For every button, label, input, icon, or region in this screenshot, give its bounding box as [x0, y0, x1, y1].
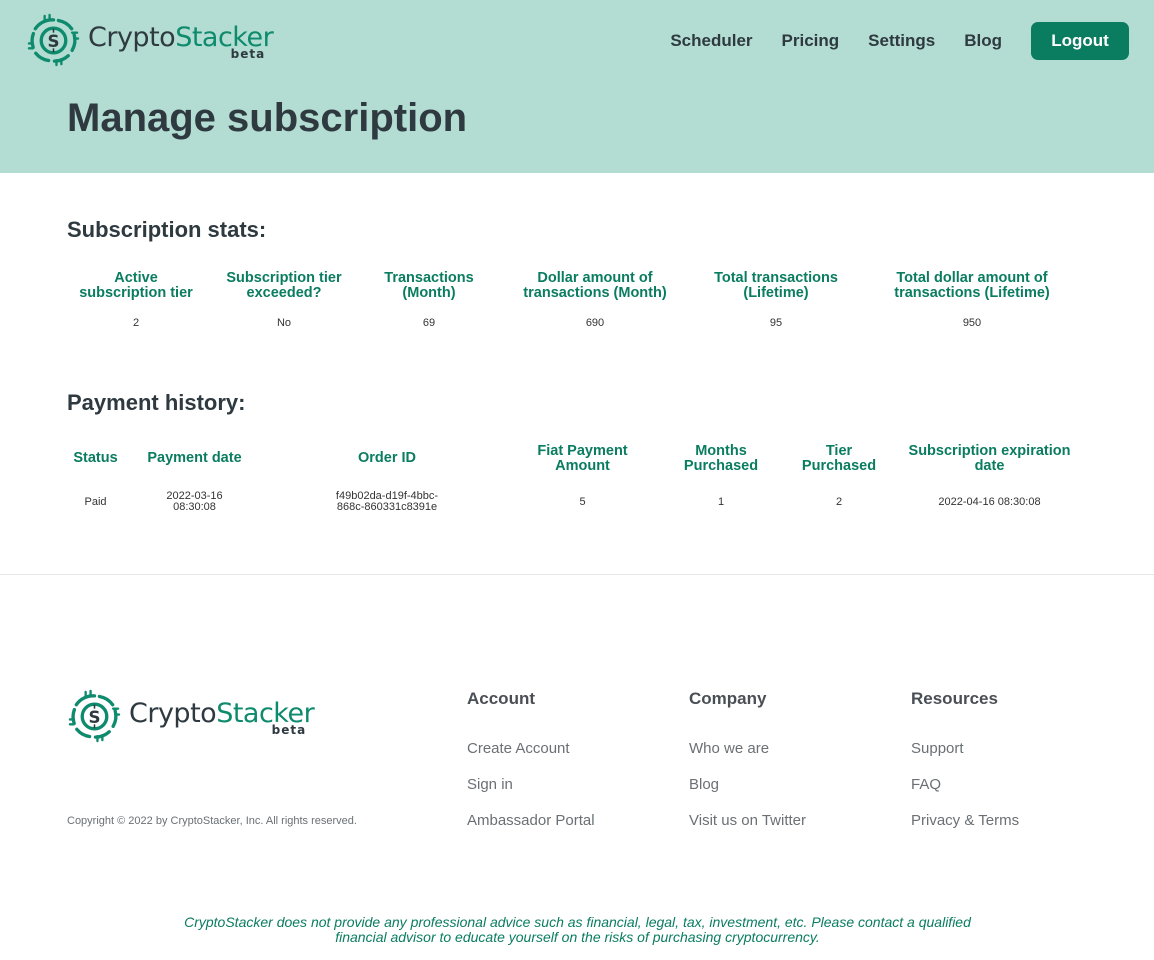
- payment-expiration: 2022-04-16 08:30:08: [938, 495, 1041, 508]
- svg-text:S: S: [47, 32, 59, 51]
- payment-months: 1: [717, 495, 725, 508]
- subscription-stats-heading: Subscription stats:: [67, 217, 267, 242]
- nav-settings[interactable]: Settings: [868, 31, 935, 51]
- payment-order-id: f49b02da-d19f-4bbc- 868c-860331c8391e: [335, 490, 439, 513]
- logo-word-crypto: Crypto: [88, 22, 176, 53]
- footer-account-title: Account: [467, 689, 535, 708]
- stats-value-tier-exceeded: No: [276, 316, 292, 329]
- stats-value-active-tier: 2: [132, 316, 140, 329]
- payment-header-date: Payment date: [147, 450, 242, 466]
- svg-text:S: S: [88, 708, 100, 727]
- stats-row: 2 No 69 690 95 950: [67, 301, 1087, 345]
- logo-beta-badge: beta: [230, 47, 266, 61]
- stats-value-dollar-month: 690: [585, 316, 605, 329]
- footer-link-twitter[interactable]: Visit us on Twitter: [689, 812, 806, 829]
- footer-resources-title: Resources: [911, 689, 998, 708]
- footer-link-create-account[interactable]: Create Account: [467, 740, 570, 757]
- logo-wordmark: CryptoStacker beta: [129, 698, 315, 736]
- cryptostacker-logo-icon: S: [27, 13, 80, 67]
- logo-beta-badge: beta: [271, 723, 307, 737]
- footer-link-ambassador-portal[interactable]: Ambassador Portal: [467, 812, 595, 829]
- payment-header-status: Status: [73, 450, 118, 466]
- page-title: Manage subscription: [67, 96, 468, 140]
- footer-link-who-we-are[interactable]: Who we are: [689, 740, 769, 757]
- top-nav: Scheduler Pricing Settings Blog Logout: [641, 22, 1129, 60]
- stats-header-tier-exceeded: Subscription tier exceeded?: [226, 269, 342, 301]
- payment-history-table: Status Payment date Order ID Fiat Paymen…: [67, 443, 1087, 530]
- payment-fiat-amount: 5: [579, 495, 586, 508]
- payment-date: 2022-03-16 08:30:08: [166, 490, 223, 513]
- stats-header-transactions-lifetime: Total transactions (Lifetime): [714, 269, 838, 301]
- footer-link-support[interactable]: Support: [911, 740, 964, 757]
- stats-header-dollar-month: Dollar amount of transactions (Month): [523, 269, 667, 301]
- payment-header-tier: Tier Purchased: [801, 442, 877, 474]
- payment-status: Paid: [84, 495, 107, 508]
- payment-header-order-id: Order ID: [357, 450, 416, 466]
- payment-history-heading: Payment history:: [67, 390, 246, 415]
- footer-link-faq[interactable]: FAQ: [911, 776, 941, 793]
- stats-header-active-tier: Active subscription tier: [79, 269, 193, 301]
- nav-pricing[interactable]: Pricing: [782, 31, 840, 51]
- nav-scheduler[interactable]: Scheduler: [670, 31, 752, 51]
- stats-value-transactions-lifetime: 95: [769, 316, 783, 329]
- logout-button[interactable]: Logout: [1031, 22, 1129, 60]
- footer-link-privacy-terms[interactable]: Privacy & Terms: [911, 812, 1019, 829]
- payment-tier: 2: [835, 495, 843, 508]
- payment-header-fiat-amount: Fiat Payment Amount: [537, 442, 628, 474]
- subscription-stats-table: Active subscription tier Subscription tie…: [67, 270, 1087, 345]
- disclaimer-text: CryptoStacker does not provide any profe…: [184, 914, 971, 945]
- stats-value-dollar-lifetime: 950: [962, 316, 982, 329]
- copyright-text: Copyright © 2022 by CryptoStacker, Inc. …: [67, 815, 357, 827]
- footer-logo[interactable]: S CryptoStacker beta: [67, 689, 315, 744]
- footer-link-blog[interactable]: Blog: [689, 776, 719, 793]
- section-divider: [0, 574, 1154, 575]
- logo-word-crypto: Crypto: [129, 698, 217, 729]
- stats-header-transactions-month: Transactions (Month): [384, 269, 474, 301]
- table-row: Paid 2022-03-16 08:30:08 f49b02da-d19f-4b…: [67, 474, 1087, 530]
- stats-value-transactions-month: 69: [422, 316, 436, 329]
- nav-blog[interactable]: Blog: [964, 31, 1002, 51]
- logo-wordmark: CryptoStacker beta: [88, 22, 274, 60]
- footer-link-sign-in[interactable]: Sign in: [467, 776, 513, 793]
- payment-header-expiration: Subscription expiration date: [908, 442, 1071, 474]
- payment-header-months: Months Purchased: [683, 442, 759, 474]
- cryptostacker-logo-icon: S: [68, 689, 121, 743]
- header-logo[interactable]: S CryptoStacker beta: [26, 13, 274, 68]
- header-banner: S CryptoStacker beta Scheduler Pricing S…: [0, 0, 1154, 173]
- footer-company-title: Company: [689, 689, 767, 708]
- stats-header-dollar-lifetime: Total dollar amount of transactions (Life…: [894, 269, 1050, 301]
